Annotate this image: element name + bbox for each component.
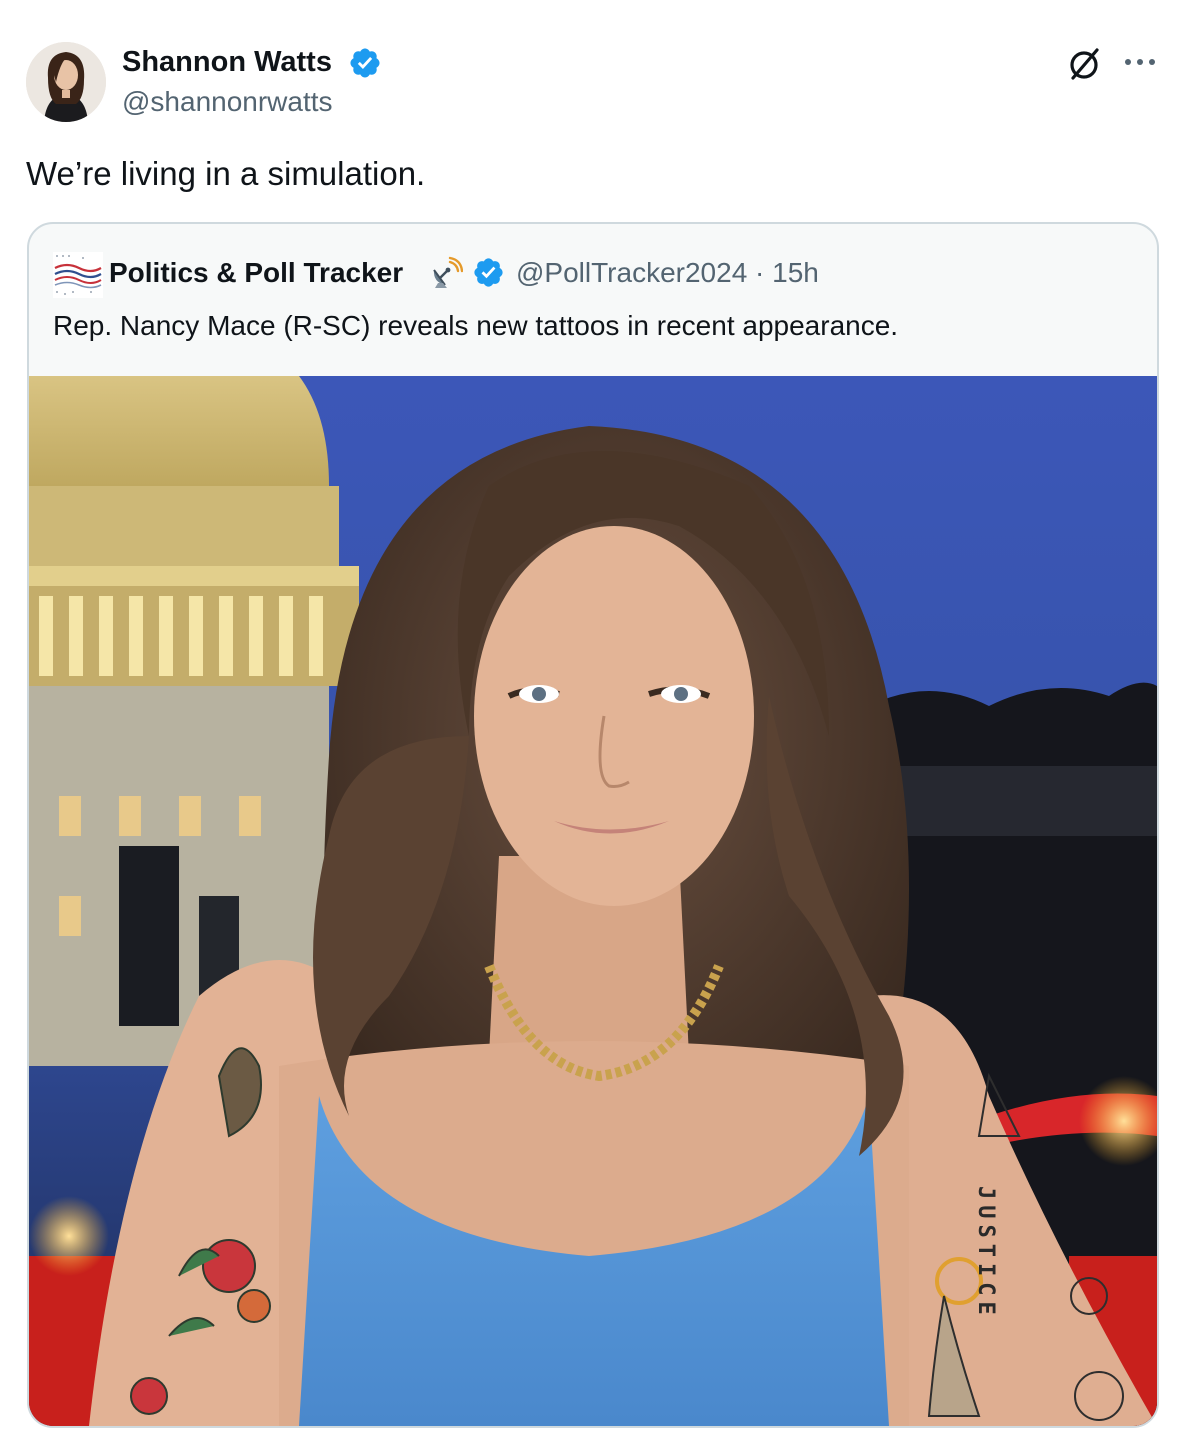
author-avatar[interactable] bbox=[26, 42, 106, 122]
verified-badge-icon bbox=[474, 258, 503, 287]
more-icon[interactable] bbox=[1120, 48, 1160, 78]
author-handle[interactable]: @shannonrwatts bbox=[122, 84, 333, 120]
quoted-handle-and-time[interactable]: @PollTracker2024 · 15h bbox=[516, 255, 819, 291]
author-name[interactable]: Shannon Watts bbox=[122, 44, 332, 80]
verified-badge-icon bbox=[350, 48, 380, 78]
quoted-author-name[interactable]: Politics & Poll Tracker bbox=[109, 255, 403, 291]
tattoo-text: JUSTICE bbox=[973, 1186, 998, 1321]
quoted-author-avatar[interactable] bbox=[53, 252, 103, 298]
quoted-tweet[interactable]: Politics & Poll Tracker @PollTracker2024… bbox=[27, 222, 1159, 1428]
tweet[interactable]: Shannon Watts @shannonrwatts We’re livin… bbox=[0, 0, 1178, 1454]
quoted-tweet-text: Rep. Nancy Mace (R-SC) reveals new tatto… bbox=[53, 310, 899, 341]
tweet-text: We’re living in a simulation. bbox=[26, 155, 426, 192]
quoted-tweet-photo[interactable]: JUSTICE bbox=[29, 376, 1157, 1426]
satellite-antenna-icon bbox=[433, 256, 463, 288]
grok-icon[interactable] bbox=[1066, 46, 1102, 82]
